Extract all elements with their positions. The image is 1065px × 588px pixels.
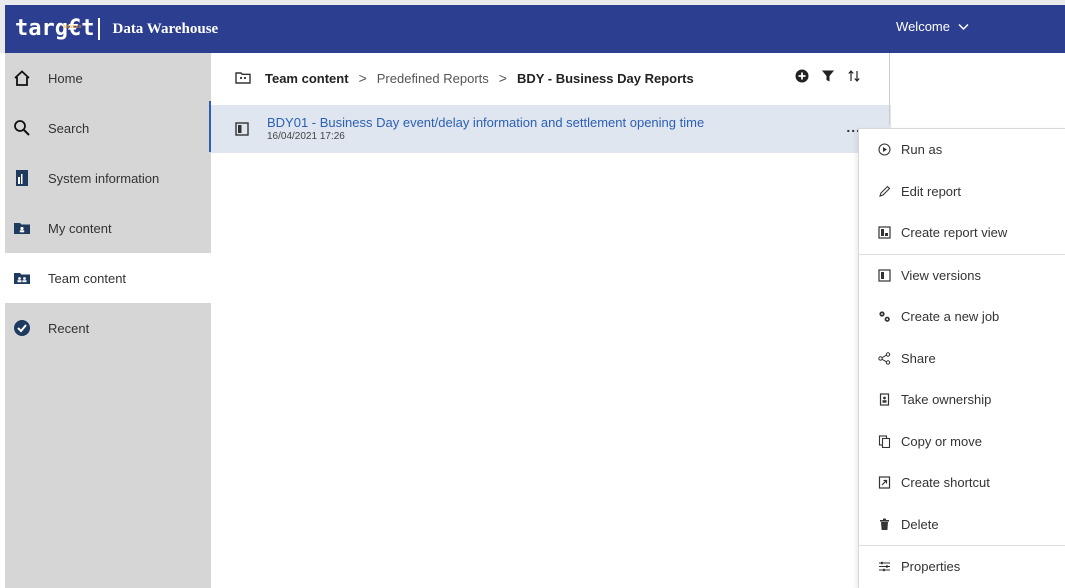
sidebar-item-label: My content: [48, 220, 112, 236]
team-content-folder-icon: [12, 268, 32, 288]
system-info-icon: [12, 168, 32, 188]
report-view-icon: [877, 226, 891, 240]
report-title-link[interactable]: BDY01 - Business Day event/delay informa…: [267, 115, 704, 131]
recent-icon: [12, 318, 32, 338]
menu-item-view-versions[interactable]: View versions: [859, 255, 1065, 297]
team-folder-icon: [235, 72, 251, 84]
menu-item-label: Run as: [901, 142, 943, 158]
sidebar-item-label: System information: [48, 170, 160, 186]
menu-item-copy-or-move[interactable]: Copy or move: [859, 421, 1065, 463]
menu-item-delete[interactable]: Delete: [859, 504, 1065, 546]
list-item[interactable]: BDY01 - Business Day event/delay informa…: [211, 105, 891, 153]
breadcrumb-predefined-reports[interactable]: Predefined Reports: [377, 71, 489, 86]
breadcrumb-separator: >: [358, 70, 367, 86]
menu-item-take-ownership[interactable]: Take ownership: [859, 379, 1065, 421]
menu-item-label: Take ownership: [901, 392, 992, 408]
breadcrumb-current-folder: BDY - Business Day Reports: [516, 70, 694, 86]
list-item-text: BDY01 - Business Day event/delay informa…: [267, 115, 704, 143]
menu-item-label: View versions: [901, 267, 981, 283]
welcome-label: Welcome: [896, 19, 950, 34]
properties-icon: [877, 560, 891, 574]
app-header: targ€t services Data Warehouse Welcome: [5, 5, 1065, 53]
menu-item-label: Delete: [901, 516, 939, 532]
logo-text: targ€t: [15, 16, 95, 41]
logo-separator: [98, 18, 101, 40]
sidebar-item-search[interactable]: Search: [5, 103, 211, 153]
sidebar-item-recent[interactable]: Recent: [5, 303, 211, 353]
sidebar-item-label: Recent: [48, 320, 90, 336]
versions-icon: [877, 268, 891, 282]
run-icon: [877, 143, 891, 157]
menu-item-label: Create report view: [901, 225, 1008, 241]
report-icon: [235, 122, 249, 136]
sidebar-item-label: Home: [48, 70, 83, 86]
chevron-down-icon: [958, 23, 969, 30]
breadcrumb-team-content[interactable]: Team content: [265, 71, 349, 86]
report-modified-date: 16/04/2021 17:26: [267, 131, 345, 142]
main-content: Team content > Predefined Reports > BDY …: [211, 53, 891, 588]
sidebar-item-team-content[interactable]: Team content: [5, 253, 211, 303]
add-icon[interactable]: [795, 69, 809, 83]
shortcut-icon: [877, 476, 891, 490]
list-toolbar: [795, 69, 861, 83]
panel-divider: [889, 53, 890, 125]
home-icon: [12, 68, 32, 88]
menu-item-run-as[interactable]: Run as: [859, 129, 1065, 171]
sidebar-item-label: Search: [48, 120, 90, 136]
menu-item-label: Edit report: [901, 183, 961, 199]
search-icon: [12, 118, 32, 138]
copy-icon: [877, 434, 891, 448]
trash-icon: [877, 517, 891, 531]
menu-item-create-report-view[interactable]: Create report view: [859, 212, 1065, 254]
ownership-icon: [877, 393, 891, 407]
menu-item-label: Create shortcut: [901, 475, 990, 491]
app-title: Data Warehouse: [112, 20, 219, 37]
menu-item-edit-report[interactable]: Edit report: [859, 171, 1065, 213]
sidebar: Home Search System information My conten…: [5, 53, 211, 588]
sidebar-item-home[interactable]: Home: [5, 53, 211, 103]
target-logo: targ€t services: [15, 18, 94, 40]
menu-item-create-new-job[interactable]: Create a new job: [859, 296, 1065, 338]
sidebar-item-system-information[interactable]: System information: [5, 153, 211, 203]
sidebar-item-label: Team content: [48, 270, 127, 286]
sort-icon[interactable]: [847, 69, 861, 83]
share-icon: [877, 351, 891, 365]
welcome-menu[interactable]: Welcome: [896, 19, 969, 34]
menu-item-label: Create a new job: [901, 309, 1000, 325]
breadcrumb-separator: >: [498, 70, 507, 86]
sidebar-item-my-content[interactable]: My content: [5, 203, 211, 253]
pencil-icon: [877, 184, 891, 198]
menu-item-label: Copy or move: [901, 433, 982, 449]
filter-icon[interactable]: [821, 69, 835, 83]
menu-item-share[interactable]: Share: [859, 338, 1065, 380]
context-menu: Run as Edit report Create report view Vi…: [858, 128, 1065, 588]
menu-item-label: Properties: [901, 559, 961, 575]
job-gears-icon: [877, 310, 891, 324]
my-content-folder-icon: [12, 218, 32, 238]
top-bar-frame: targ€t services Data Warehouse Welcome: [0, 0, 1065, 53]
menu-item-create-shortcut[interactable]: Create shortcut: [859, 462, 1065, 504]
breadcrumb: Team content > Predefined Reports > BDY …: [211, 53, 891, 103]
logo-subtext: services: [63, 24, 82, 30]
menu-item-label: Share: [901, 350, 936, 366]
menu-item-properties[interactable]: Properties: [859, 546, 1065, 588]
